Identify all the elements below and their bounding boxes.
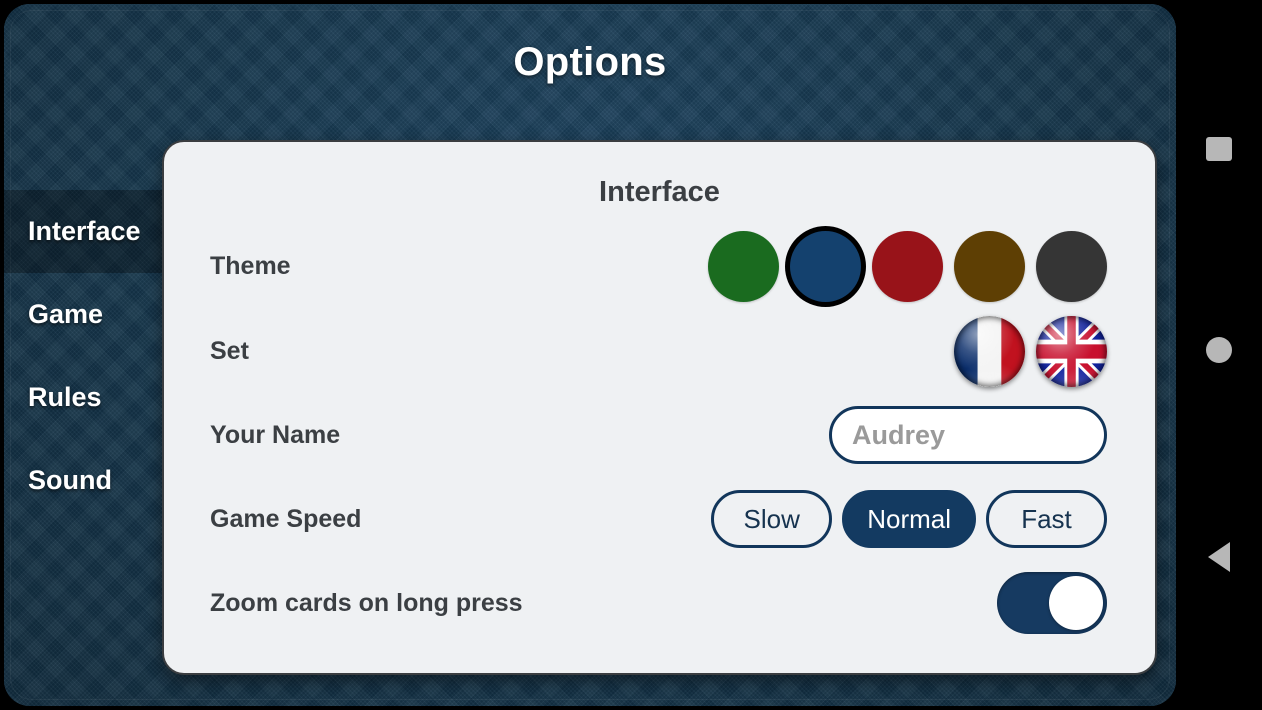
- app-frame: Options Interface Game Rules Sound Inter…: [4, 4, 1176, 706]
- toggle-knob: [1049, 576, 1103, 630]
- theme-label: Theme: [210, 251, 291, 280]
- game-speed-fast-button[interactable]: Fast: [986, 490, 1107, 548]
- sidebar-item-label: Rules: [28, 382, 102, 412]
- sidebar-item-label: Game: [28, 299, 104, 329]
- zoom-cards-toggle[interactable]: [997, 572, 1107, 634]
- sidebar-item-sound[interactable]: Sound: [4, 439, 162, 522]
- sidebar-item-game[interactable]: Game: [4, 273, 162, 356]
- uk-flag-icon[interactable]: [1036, 315, 1107, 387]
- sidebar-item-label: Interface: [28, 216, 141, 246]
- set-control: [954, 315, 1107, 387]
- theme-control: [708, 230, 1107, 302]
- setting-row-theme: Theme: [164, 224, 1155, 308]
- your-name-label: Your Name: [210, 420, 341, 449]
- setting-row-set: Set: [164, 309, 1155, 393]
- game-speed-control: Slow Normal Fast: [711, 490, 1107, 548]
- set-label: Set: [210, 336, 249, 365]
- back-triangle-icon[interactable]: [1208, 542, 1230, 572]
- device-screen: Options Interface Game Rules Sound Inter…: [0, 0, 1262, 710]
- game-speed-slow-button[interactable]: Slow: [711, 490, 833, 548]
- zoom-cards-control: [997, 572, 1107, 634]
- setting-row-zoom-cards: Zoom cards on long press: [164, 561, 1155, 645]
- setting-row-name: Your Name: [164, 393, 1155, 477]
- settings-panel: Interface Theme Set Your Name Audrey Gam…: [162, 140, 1157, 675]
- theme-swatch-blue[interactable]: [790, 230, 861, 302]
- sidebar-item-interface[interactable]: Interface: [4, 190, 162, 273]
- sidebar: Interface Game Rules Sound: [4, 190, 162, 522]
- game-speed-options: Slow Normal Fast: [711, 490, 1107, 548]
- sidebar-item-label: Sound: [28, 465, 112, 495]
- theme-swatch-red[interactable]: [872, 230, 943, 302]
- page-title: Options: [513, 40, 667, 84]
- theme-swatch-gray[interactable]: [1036, 230, 1107, 302]
- home-circle-icon[interactable]: [1206, 337, 1232, 363]
- recents-square-icon[interactable]: [1206, 137, 1232, 161]
- android-navigation-bar: [1176, 0, 1262, 710]
- game-speed-normal-button[interactable]: Normal: [842, 490, 976, 548]
- french-flag-icon[interactable]: [954, 315, 1025, 387]
- setting-row-game-speed: Game Speed Slow Normal Fast: [164, 477, 1155, 561]
- your-name-input[interactable]: [829, 406, 1107, 464]
- theme-swatch-list: [708, 230, 1107, 302]
- theme-swatch-brown[interactable]: [954, 230, 1025, 302]
- game-speed-label: Game Speed: [210, 504, 362, 533]
- panel-heading: Interface: [599, 176, 720, 208]
- card-set-flag-list: [954, 315, 1107, 387]
- your-name-control: [829, 406, 1107, 464]
- sidebar-item-rules[interactable]: Rules: [4, 356, 162, 439]
- theme-swatch-green[interactable]: [708, 230, 779, 302]
- zoom-cards-label: Zoom cards on long press: [210, 588, 523, 617]
